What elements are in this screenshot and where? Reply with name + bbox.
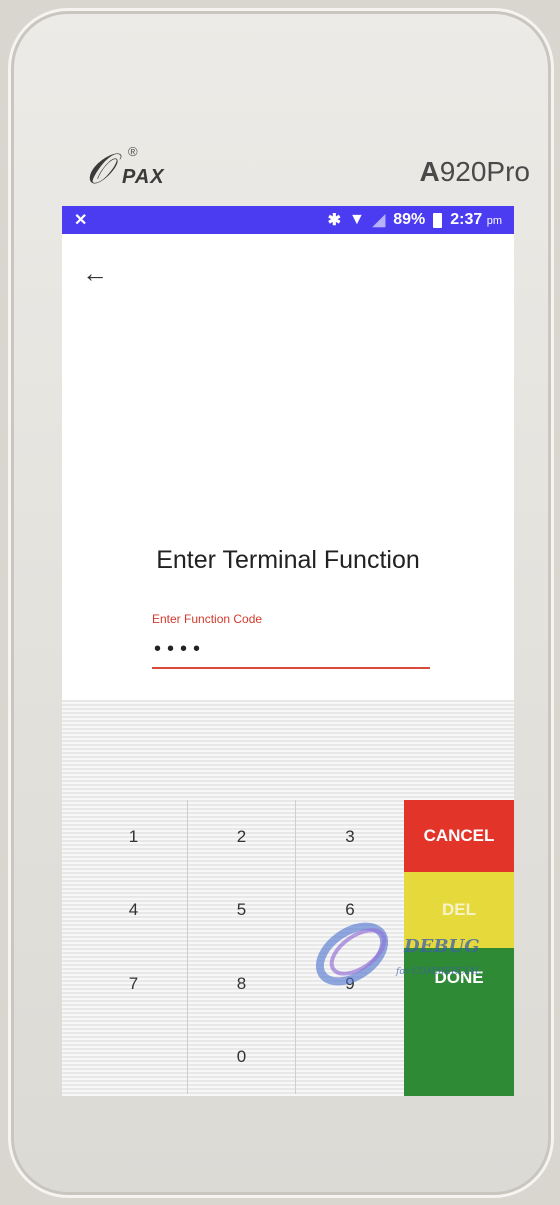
battery-percent: 89% bbox=[393, 211, 426, 228]
key-empty-left bbox=[80, 1020, 188, 1094]
done-button[interactable]: DONE bbox=[404, 948, 514, 1096]
key-8[interactable]: 8 bbox=[188, 947, 296, 1021]
key-6[interactable]: 6 bbox=[296, 874, 404, 948]
key-4[interactable]: 4 bbox=[80, 873, 188, 947]
key-1[interactable]: 1 bbox=[80, 800, 188, 874]
wifi-icon: ▼ bbox=[349, 211, 365, 228]
page-title: Enter Terminal Function bbox=[156, 546, 420, 574]
function-code-label: Enter Function Code bbox=[152, 612, 263, 626]
model-name: A920Pro bbox=[419, 156, 530, 187]
registered-mark: ® bbox=[128, 144, 138, 159]
delete-button[interactable]: DEL bbox=[404, 872, 514, 948]
status-bar: ✕ ✱ ▼ ◢ 89% 2:37 pm bbox=[62, 206, 514, 234]
function-code-input[interactable]: •••• bbox=[154, 638, 206, 661]
input-underline bbox=[152, 667, 430, 669]
pax-swirl-icon: 𝒪 bbox=[86, 144, 113, 193]
key-7[interactable]: 7 bbox=[80, 947, 188, 1021]
action-keys: CANCEL DEL DONE bbox=[404, 800, 514, 1096]
back-arrow-icon[interactable]: ← bbox=[82, 258, 108, 289]
cancel-button[interactable]: CANCEL bbox=[404, 800, 514, 872]
key-0[interactable]: 0 bbox=[188, 1020, 296, 1094]
key-3[interactable]: 3 bbox=[296, 800, 404, 874]
notification-icon: ✕ bbox=[74, 212, 88, 229]
status-right: ✱ ▼ ◢ 89% 2:37 pm bbox=[328, 210, 502, 230]
battery-icon bbox=[433, 212, 443, 228]
bluetooth-icon: ✱ bbox=[327, 212, 342, 229]
key-empty-right bbox=[296, 1021, 404, 1095]
clock: 2:37 pm bbox=[450, 211, 502, 228]
key-5[interactable]: 5 bbox=[188, 873, 296, 947]
no-signal-icon: ◢ bbox=[372, 212, 386, 229]
numeric-keypad: 1 2 3 4 5 6 7 8 9 0 bbox=[80, 800, 404, 1094]
key-9[interactable]: 9 bbox=[296, 947, 404, 1021]
pax-logo: 𝒪 ® PAX bbox=[86, 144, 196, 193]
key-2[interactable]: 2 bbox=[188, 800, 296, 874]
brand-name: PAX bbox=[122, 166, 165, 188]
